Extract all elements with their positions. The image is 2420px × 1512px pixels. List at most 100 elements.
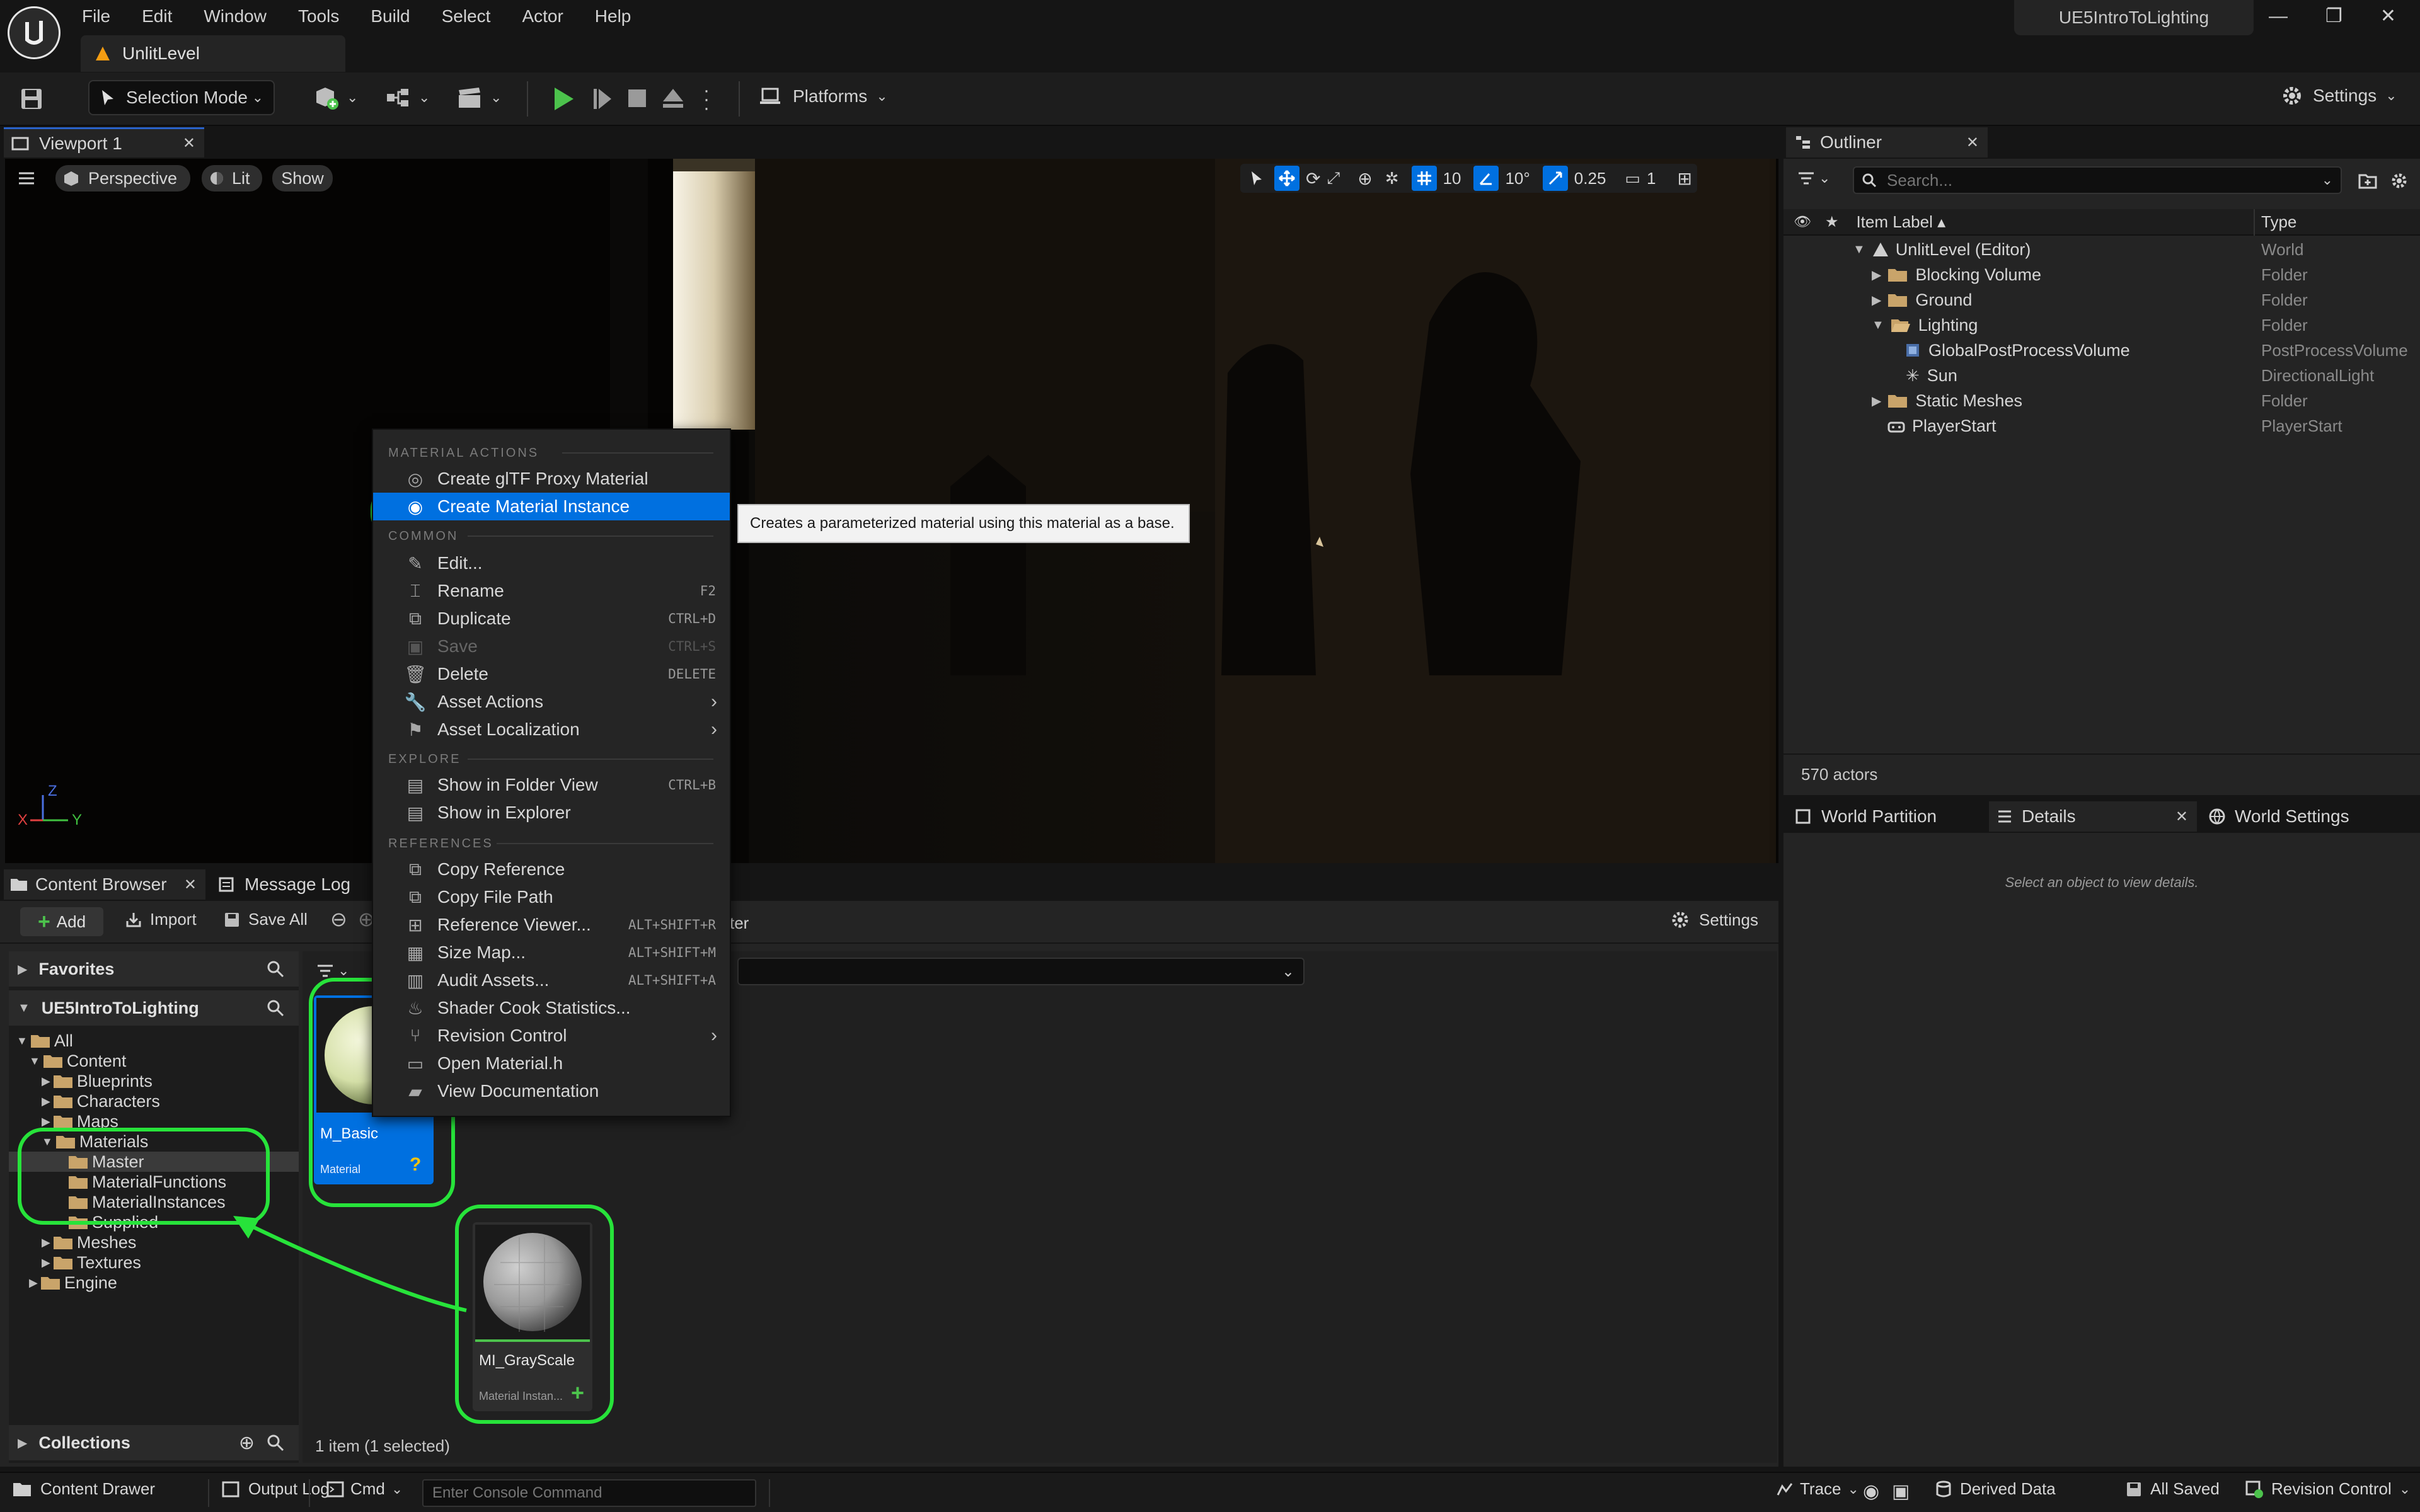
platforms-button[interactable]: Platforms ⌄: [759, 85, 888, 108]
cmd-dropdown[interactable]: Cmd ⌄: [326, 1479, 403, 1499]
menu-audit-assets[interactable]: ▥ Audit Assets... ALT+SHIFT+A: [373, 966, 730, 994]
new-folder-icon[interactable]: [2358, 171, 2377, 189]
tab-world-settings[interactable]: World Settings: [2201, 801, 2415, 832]
screenshot-icon[interactable]: ▣: [1892, 1480, 1910, 1503]
visibility-header-icon[interactable]: 👁: [1794, 214, 1811, 230]
collapse-arrow-icon[interactable]: ▼: [18, 1001, 30, 1016]
perspective-button[interactable]: Perspective: [55, 165, 190, 192]
menu-delete[interactable]: 🗑 Delete DELETE: [373, 660, 730, 688]
show-button[interactable]: Show: [272, 165, 333, 192]
outliner-row-world[interactable]: ▼ UnlitLevel (Editor) World: [1783, 237, 2420, 262]
selection-mode-dropdown[interactable]: Selection Mode ⌄: [88, 80, 275, 115]
output-log-button[interactable]: Output Log: [222, 1479, 330, 1499]
collapse-arrow-icon[interactable]: ▼: [1872, 318, 1884, 333]
record-icon[interactable]: ◉: [1863, 1480, 1879, 1503]
collapse-arrow-icon[interactable]: ▼: [1853, 243, 1865, 257]
console-command-input[interactable]: [422, 1479, 756, 1507]
derived-data-button[interactable]: Derived Data: [1935, 1479, 2056, 1499]
outliner-row-player-start[interactable]: PlayerStart PlayerStart: [1783, 413, 2420, 438]
import-button[interactable]: Import: [125, 910, 197, 929]
menu-rename[interactable]: ⌶ Rename F2: [373, 577, 730, 605]
level-tab[interactable]: UnlitLevel: [81, 35, 345, 72]
scale-snap-icon[interactable]: [1542, 166, 1568, 191]
grid-snap-icon[interactable]: [1411, 166, 1437, 191]
more-options-icon[interactable]: · · ·: [703, 81, 710, 118]
grid-snap-value[interactable]: 10: [1443, 169, 1461, 188]
menu-select[interactable]: Select: [442, 6, 491, 26]
asset-search-field[interactable]: ⌄: [737, 958, 1305, 985]
menu-copy-reference[interactable]: ⧉ Copy Reference: [373, 856, 730, 883]
rotation-snap-icon[interactable]: [1473, 166, 1499, 191]
collections-header[interactable]: ▶ Collections ⊕: [9, 1425, 299, 1460]
close-tab-icon[interactable]: ✕: [1966, 134, 1979, 152]
all-saved-button[interactable]: All Saved: [2125, 1479, 2220, 1499]
item-label-header[interactable]: Item Label ▴: [1856, 212, 1945, 232]
tree-item-content[interactable]: ▼ Content: [9, 1051, 299, 1071]
translate-tool-icon[interactable]: [1274, 166, 1299, 191]
expand-arrow-icon[interactable]: ▶: [1872, 292, 1881, 308]
expand-arrow-icon[interactable]: ▶: [18, 1435, 27, 1451]
unreal-logo[interactable]: [8, 6, 60, 59]
tab-world-partition[interactable]: World Partition: [1787, 801, 1983, 832]
expand-arrow-icon[interactable]: ▶: [1872, 393, 1881, 409]
rotate-tool-icon[interactable]: ⟳: [1306, 168, 1320, 189]
menu-tools[interactable]: Tools: [298, 6, 339, 26]
outliner-search-input[interactable]: [1886, 169, 2291, 191]
outliner-search-field[interactable]: ⌄: [1853, 166, 2342, 194]
menu-window[interactable]: Window: [204, 6, 267, 26]
menu-show-in-explorer[interactable]: ▤ Show in Explorer: [373, 799, 730, 827]
menu-actor[interactable]: Actor: [522, 6, 563, 26]
menu-create-material-instance[interactable]: ◉ Create Material Instance: [373, 493, 730, 520]
layout-icon[interactable]: ⊞: [1677, 168, 1691, 189]
menu-file[interactable]: File: [82, 6, 110, 26]
camera-speed-value[interactable]: 1: [1647, 169, 1656, 188]
close-tab-icon[interactable]: ✕: [2175, 808, 2188, 826]
menu-edit[interactable]: Edit: [142, 6, 172, 26]
menu-help[interactable]: Help: [595, 6, 631, 26]
lit-button[interactable]: Lit: [202, 165, 262, 192]
tab-content-browser[interactable]: Content Browser ✕: [4, 869, 205, 900]
cb-settings-button[interactable]: Settings: [1670, 910, 1758, 930]
menu-asset-actions[interactable]: 🔧 Asset Actions ›: [373, 688, 730, 716]
chevron-down-icon[interactable]: ⌄: [1282, 963, 1294, 981]
tree-item-characters[interactable]: ▶ Characters: [9, 1091, 299, 1111]
menu-create-gltf-proxy[interactable]: ◎ Create glTF Proxy Material: [373, 465, 730, 493]
camera-speed-icon[interactable]: ▭: [1625, 169, 1640, 188]
surface-snap-icon[interactable]: ✲: [1385, 169, 1399, 188]
outliner-filter-button[interactable]: ⌄: [1797, 170, 1830, 186]
tab-message-log[interactable]: Message Log: [214, 869, 378, 900]
close-tab-icon[interactable]: ✕: [183, 134, 195, 152]
menu-shader-cook-statistics[interactable]: ♨ Shader Cook Statistics...: [373, 994, 730, 1022]
menu-open-material-h[interactable]: ▭ Open Material.h: [373, 1050, 730, 1077]
menu-copy-file-path[interactable]: ⧉ Copy File Path: [373, 883, 730, 911]
search-icon[interactable]: [266, 999, 285, 1017]
viewport-options-button[interactable]: [13, 165, 40, 192]
menu-reference-viewer[interactable]: ⊞ Reference Viewer... ALT+SHIFT+R: [373, 911, 730, 939]
add-collection-icon[interactable]: ⊕: [239, 1432, 255, 1454]
menu-build[interactable]: Build: [371, 6, 410, 26]
menu-size-map[interactable]: ▦ Size Map... ALT+SHIFT+M: [373, 939, 730, 966]
project-header[interactable]: ▼ UE5IntroToLighting: [9, 990, 299, 1026]
outliner-row-sun[interactable]: ✳ Sun DirectionalLight: [1783, 363, 2420, 388]
step-icon[interactable]: [591, 86, 614, 112]
play-icon[interactable]: [551, 85, 576, 113]
cinematics-button[interactable]: ⌄: [456, 85, 502, 110]
menu-asset-localization[interactable]: ⚑ Asset Localization ›: [373, 716, 730, 743]
scale-tool-icon[interactable]: ⤢: [1327, 168, 1340, 188]
minimize-icon[interactable]: —: [2269, 6, 2288, 27]
path-breadcrumb-tail[interactable]: ter: [730, 914, 749, 933]
menu-show-in-folder-view[interactable]: ▤ Show in Folder View CTRL+B: [373, 771, 730, 799]
trace-button[interactable]: Trace ⌄: [1776, 1479, 1859, 1499]
favorites-header[interactable]: ▶ Favorites: [9, 951, 299, 987]
add-button[interactable]: + Add: [20, 907, 103, 936]
expand-arrow-icon[interactable]: ▶: [18, 961, 27, 977]
close-tab-icon[interactable]: ✕: [184, 876, 197, 894]
save-icon[interactable]: [19, 86, 44, 112]
chevron-down-icon[interactable]: ⌄: [2322, 172, 2333, 188]
outliner-row-post-process[interactable]: GlobalPostProcessVolume PostProcessVolum…: [1783, 338, 2420, 363]
outliner-tab[interactable]: Outliner ✕: [1786, 127, 1988, 158]
gear-icon[interactable]: [2390, 171, 2409, 190]
viewport-tab[interactable]: Viewport 1 ✕: [4, 127, 204, 158]
menu-revision-control[interactable]: ⑂ Revision Control ›: [373, 1022, 730, 1050]
pin-header-icon[interactable]: ★: [1825, 213, 1839, 231]
